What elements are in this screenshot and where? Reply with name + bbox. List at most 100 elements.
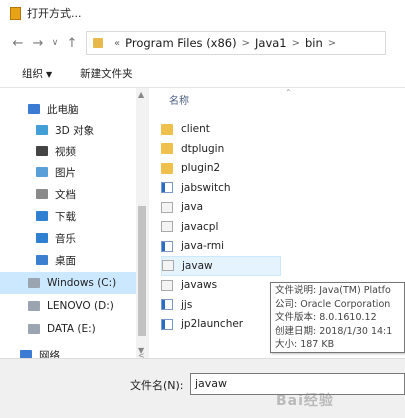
scroll-left-icon[interactable]: < (138, 351, 145, 360)
file-name: java-rmi (181, 240, 225, 252)
recent-locations-button[interactable]: ∨ (48, 33, 62, 53)
folder-icon (161, 162, 173, 174)
file-name: javaw (182, 259, 213, 272)
breadcrumb-bin[interactable]: bin (305, 36, 323, 50)
file-info-tooltip: 文件说明: Java(TM) Platfo 公司: Oracle Corpora… (270, 282, 405, 353)
file-name: client (181, 123, 210, 135)
sidebar-item[interactable]: 桌面 (0, 249, 136, 271)
chevron-right-icon[interactable]: > (292, 38, 300, 49)
back-button[interactable]: ← (8, 33, 28, 53)
java-icon (161, 201, 173, 213)
tooltip-company: 公司: Oracle Corporation (275, 298, 391, 310)
file-row[interactable]: plugin2 (161, 158, 291, 178)
tooltip-version: 文件版本: 8.0.1610.12 (275, 312, 377, 323)
application-icon (161, 240, 173, 252)
file-name: javacpl (181, 220, 219, 233)
command-bar: 组织 ▼ 新建文件夹 (0, 60, 405, 88)
sidebar-item-label: 此电脑 (47, 103, 79, 116)
folder-icon (161, 123, 173, 135)
sidebar-item-label: 视频 (55, 145, 76, 158)
file-name: jjs (181, 298, 193, 311)
scrollbar-thumb[interactable] (138, 206, 146, 336)
sidebar-item-label: 下载 (55, 210, 76, 223)
tooltip-description: 文件说明: Java(TM) Platfo (275, 285, 391, 296)
tooltip-created: 创建日期: 2018/1/30 14:1 (275, 325, 393, 337)
sidebar-item[interactable]: LENOVO (D:) (0, 295, 136, 317)
computer-icon (28, 104, 40, 114)
sidebar-item[interactable]: 音乐 (0, 227, 136, 249)
folder-icon (161, 143, 173, 154)
sidebar-item[interactable]: 视频 (0, 140, 136, 162)
drive-icon (28, 278, 40, 288)
forward-button[interactable]: → (28, 33, 48, 53)
pictures-icon (36, 167, 48, 177)
java-icon (161, 279, 173, 291)
sidebar-item-label: 音乐 (55, 232, 76, 245)
file-row[interactable]: client (161, 119, 291, 139)
file-name: jp2launcher (181, 318, 244, 330)
sidebar-item[interactable]: 3D 对象 (0, 119, 136, 141)
application-icon (161, 318, 173, 330)
filename-label: 文件名(N): (130, 379, 184, 392)
sidebar-item-label: 桌面 (55, 254, 76, 267)
3d-objects-icon (36, 125, 48, 135)
sidebar-item-label: DATA (E:) (47, 323, 96, 335)
file-row[interactable]: javaw (161, 255, 281, 276)
window-title: 打开方式... (27, 7, 82, 20)
documents-icon (36, 189, 48, 199)
footer-panel: < 文件名(N): javaw (0, 351, 405, 418)
file-name: jabswitch (181, 181, 231, 194)
application-icon (161, 182, 173, 193)
breadcrumb-overflow[interactable]: « (114, 38, 120, 49)
sidebar-item-label: Windows (C:) (47, 277, 117, 289)
chevron-right-icon[interactable]: > (242, 38, 250, 49)
sidebar-item[interactable]: 此电脑 (0, 98, 136, 120)
file-row[interactable]: dtplugin (161, 139, 291, 159)
desktop-icon (36, 255, 48, 265)
chevron-down-icon: ▼ (46, 70, 53, 79)
sidebar-item[interactable]: 文档 (0, 183, 136, 205)
organize-button[interactable]: 组织 ▼ (22, 66, 52, 81)
file-row[interactable]: javacpl (161, 217, 291, 237)
breadcrumb-program-files[interactable]: Program Files (x86) (125, 36, 236, 50)
breadcrumb-java1[interactable]: Java1 (255, 36, 287, 50)
sort-indicator-icon: ⌃ (285, 88, 292, 97)
file-name: dtplugin (181, 142, 225, 155)
sidebar-item-label: LENOVO (D:) (47, 300, 114, 312)
file-row[interactable]: java (161, 197, 291, 217)
music-icon (36, 233, 48, 243)
app-icon (10, 6, 21, 20)
java-icon (161, 221, 173, 232)
chevron-right-icon[interactable]: > (328, 38, 336, 49)
navigation-bar: ← → ∨ ↑ « Program Files (x86) > Java1 > … (0, 26, 405, 60)
drive-icon (28, 301, 40, 311)
scroll-up-icon[interactable]: ▲ (138, 90, 144, 99)
file-row[interactable]: java-rmi (161, 236, 291, 256)
sidebar-item-label: 3D 对象 (55, 124, 95, 137)
watermark: Bai经验 (276, 393, 334, 409)
java-icon (162, 260, 174, 271)
file-name: javaws (181, 279, 218, 291)
drive-icon (28, 324, 40, 334)
navigation-pane: ▲ ▼ 此电脑 3D 对象视频图片文档下载音乐桌面 Windows (C:) LENO… (0, 88, 148, 362)
organize-label: 组织 (22, 68, 43, 80)
sidebar-item[interactable]: 图片 (0, 161, 136, 183)
column-header-name[interactable]: 名称 (169, 92, 189, 107)
file-name: java (181, 201, 203, 213)
sidebar-item[interactable]: DATA (E:) (0, 318, 136, 340)
folder-icon (93, 38, 103, 48)
sidebar-item[interactable]: 下载 (0, 205, 136, 227)
file-row[interactable]: jabswitch (161, 178, 291, 198)
tooltip-size: 大小: 187 KB (275, 339, 335, 350)
address-bar[interactable]: « Program Files (x86) > Java1 > bin > (86, 31, 386, 55)
downloads-icon (36, 211, 48, 221)
sidebar-item-label: 文档 (55, 188, 76, 201)
file-name: plugin2 (181, 162, 221, 174)
sidebar-scrollbar[interactable]: ▲ ▼ (136, 88, 148, 358)
new-folder-button[interactable]: 新建文件夹 (80, 66, 133, 81)
sidebar-item[interactable]: Windows (C:) (0, 272, 136, 294)
application-icon (161, 299, 173, 310)
video-icon (36, 146, 48, 156)
up-button[interactable]: ↑ (62, 33, 82, 53)
sidebar-item-label: 图片 (55, 166, 76, 179)
